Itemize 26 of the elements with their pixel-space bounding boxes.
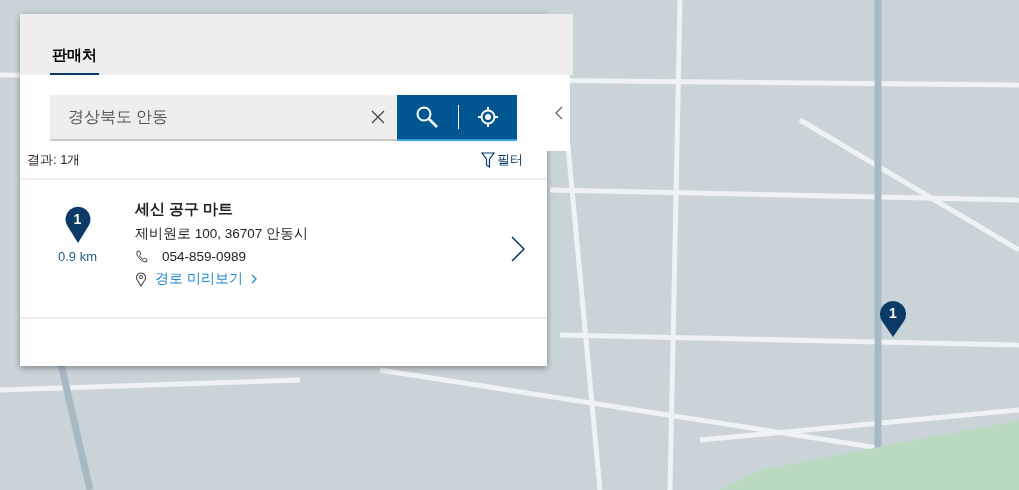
phone-icon [135,250,148,263]
results-count: 결과: 1개 [27,151,81,169]
chevron-left-icon [554,106,563,120]
clear-button[interactable] [371,110,385,124]
result-card[interactable]: 1 0.9 km 세신 공구 마트 제비원로 100, 36707 안동시 054-859-0989 경로 미리보기 [20,178,547,319]
filter-button[interactable]: 필터 [481,151,523,169]
phone-number: 054-859-0989 [162,249,247,264]
result-marker: 1 [64,206,91,244]
search-icon [415,105,440,129]
chevron-right-icon [250,274,257,284]
search-button[interactable] [415,105,440,129]
route-preview-link[interactable]: 경로 미리보기 [155,270,257,288]
distance-text: 0.9 km [58,249,97,264]
chevron-right-icon [511,236,525,262]
search-field[interactable]: 경상북도 안동 [66,107,371,127]
funnel-icon [481,152,495,168]
map-pin[interactable]: 1 [879,300,907,338]
search-bar[interactable]: 경상북도 안동 [50,95,397,141]
collapse-handle[interactable] [547,75,570,151]
tab[interactable]: 판매처 [50,46,99,75]
store-address: 제비원로 100, 36707 안동시 [135,225,309,243]
crosshair-icon [476,106,499,128]
open-details-button[interactable] [511,236,525,262]
location-pin-icon [135,271,147,287]
store-name: 세신 공구 마트 [135,200,235,219]
locate-button[interactable] [476,106,499,128]
